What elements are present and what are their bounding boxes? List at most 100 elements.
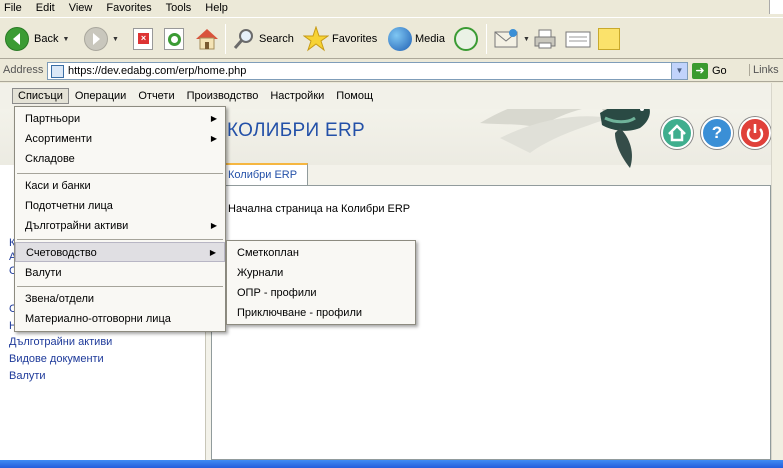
stop-button[interactable]: × bbox=[133, 25, 153, 53]
home-button[interactable] bbox=[194, 25, 220, 53]
app-menu-reports[interactable]: Отчети bbox=[132, 88, 180, 104]
search-label: Search bbox=[259, 33, 294, 45]
submenu-item-chart-of-accounts[interactable]: Сметкоплан bbox=[227, 243, 415, 263]
address-label: Address bbox=[3, 64, 44, 76]
go-arrow-icon: ➜ bbox=[692, 63, 708, 79]
menu-item-accounting[interactable]: Счетоводство ▶ bbox=[15, 242, 225, 262]
page-icon bbox=[51, 65, 64, 78]
menu-view[interactable]: View bbox=[62, 1, 100, 15]
question-icon: ? bbox=[711, 123, 723, 142]
menu-file[interactable]: File bbox=[0, 1, 29, 15]
back-button[interactable]: Back ▼ bbox=[5, 25, 69, 53]
address-input[interactable]: https://dev.edabg.com/erp/home.php ▼ bbox=[47, 62, 688, 80]
forward-button[interactable]: ▼ bbox=[84, 25, 119, 53]
app-logout-button[interactable] bbox=[739, 117, 771, 149]
app-home-button[interactable] bbox=[661, 117, 693, 149]
tab-home-label: Колибри ERP bbox=[228, 169, 298, 181]
refresh-button[interactable] bbox=[164, 25, 184, 53]
mail-dropdown-icon[interactable]: ▼ bbox=[523, 36, 530, 43]
submenu-arrow-icon: ▶ bbox=[210, 134, 217, 143]
submenu-item-label: Сметкоплан bbox=[237, 247, 299, 259]
app-menu-production[interactable]: Производство bbox=[181, 88, 265, 104]
app-menu-operations[interactable]: Операции bbox=[69, 88, 132, 104]
welcome-text: Начална страница на Колибри ERP bbox=[228, 203, 411, 215]
menu-separator bbox=[17, 173, 223, 174]
app-menu-help[interactable]: Помощ bbox=[330, 88, 379, 104]
vertical-scrollbar[interactable] bbox=[771, 83, 783, 460]
back-label: Back bbox=[34, 33, 59, 45]
edit-button[interactable] bbox=[565, 25, 591, 53]
tab-home[interactable]: Колибри ERP bbox=[221, 163, 309, 185]
left-link-fixed-assets[interactable]: Дълготрайни активи bbox=[9, 336, 112, 348]
submenu-item-closing-profiles[interactable]: Приключване - профили bbox=[227, 303, 415, 323]
stop-icon: × bbox=[133, 28, 153, 50]
media-label: Media bbox=[415, 33, 445, 45]
media-icon bbox=[388, 27, 412, 51]
search-button[interactable]: Search bbox=[232, 25, 294, 53]
left-link-currencies[interactable]: Валути bbox=[9, 370, 46, 382]
submenu-item-journals[interactable]: Журнали bbox=[227, 263, 415, 283]
media-button[interactable]: Media bbox=[388, 25, 445, 53]
submenu-item-pl-profiles[interactable]: ОПР - профили bbox=[227, 283, 415, 303]
windows-logo-icon bbox=[769, 0, 783, 14]
menu-item-label: Подотчетни лица bbox=[25, 200, 113, 212]
app-menu-settings[interactable]: Настройки bbox=[264, 88, 330, 104]
app-menu-lists[interactable]: Списъци bbox=[12, 88, 69, 104]
menu-item-label: Звена/отдели bbox=[25, 293, 95, 305]
app-title: КОЛИБРИ ERP bbox=[227, 120, 365, 141]
menu-separator bbox=[17, 286, 223, 287]
history-button[interactable] bbox=[454, 25, 478, 53]
menu-tools[interactable]: Tools bbox=[159, 1, 199, 15]
star-icon bbox=[303, 26, 329, 52]
discuss-button[interactable] bbox=[598, 25, 620, 53]
menu-help[interactable]: Help bbox=[198, 1, 235, 15]
favorites-button[interactable]: Favorites bbox=[303, 25, 377, 53]
menu-item-label: Материално-отговорни лица bbox=[25, 313, 171, 325]
menu-item-accountable-persons[interactable]: Подотчетни лица bbox=[15, 196, 225, 216]
home-icon bbox=[668, 124, 686, 142]
mail-button[interactable]: ▼ bbox=[493, 25, 530, 53]
menu-item-cash-and-banks[interactable]: Каси и банки bbox=[15, 176, 225, 196]
submenu-item-label: Журнали bbox=[237, 267, 284, 279]
refresh-icon bbox=[164, 28, 184, 50]
app-help-button[interactable]: ? bbox=[701, 117, 733, 149]
menu-edit[interactable]: Edit bbox=[29, 1, 62, 15]
accounting-submenu: Сметкоплан Журнали ОПР - профили Приключ… bbox=[226, 240, 416, 325]
printer-icon bbox=[534, 29, 556, 49]
lists-dropdown-menu: Партньори ▶ Асортименти ▶ Складове Каси … bbox=[14, 106, 226, 332]
mail-icon bbox=[494, 29, 518, 48]
left-link-document-types[interactable]: Видове документи bbox=[9, 353, 104, 365]
address-dropdown-icon[interactable]: ▼ bbox=[671, 63, 687, 79]
forward-dropdown-icon[interactable]: ▼ bbox=[112, 36, 119, 43]
back-arrow-icon bbox=[5, 27, 29, 51]
sticky-note-icon bbox=[598, 28, 620, 50]
submenu-item-label: Приключване - профили bbox=[237, 307, 363, 319]
submenu-arrow-icon: ▶ bbox=[209, 248, 216, 257]
favorites-label: Favorites bbox=[332, 33, 378, 45]
forward-arrow-icon bbox=[84, 27, 108, 51]
menu-item-assortments[interactable]: Асортименти ▶ bbox=[15, 129, 225, 149]
menu-item-label: Счетоводство bbox=[26, 247, 97, 259]
search-icon bbox=[233, 29, 253, 49]
print-button[interactable] bbox=[533, 25, 557, 53]
menu-item-departments[interactable]: Звена/отдели bbox=[15, 289, 225, 309]
menu-item-partners[interactable]: Партньори ▶ bbox=[15, 109, 225, 129]
submenu-arrow-icon: ▶ bbox=[210, 221, 217, 230]
menu-item-responsible-persons[interactable]: Материално-отговорни лица bbox=[15, 309, 225, 329]
menu-item-currencies[interactable]: Валути bbox=[15, 263, 225, 283]
submenu-item-label: ОПР - профили bbox=[237, 287, 317, 299]
browser-toolbar: Back ▼ ▼ × Search Favorites Media ▼ bbox=[0, 17, 783, 59]
go-button[interactable]: ➜ Go bbox=[692, 63, 727, 79]
menu-item-label: Каси и банки bbox=[25, 180, 91, 192]
menu-item-label: Партньори bbox=[25, 113, 81, 125]
back-dropdown-icon[interactable]: ▼ bbox=[62, 36, 69, 43]
links-label[interactable]: Links bbox=[749, 64, 779, 76]
submenu-arrow-icon: ▶ bbox=[210, 114, 217, 123]
taskbar bbox=[0, 460, 783, 468]
menu-item-fixed-assets[interactable]: Дълготрайни активи ▶ bbox=[15, 216, 225, 236]
menu-favorites[interactable]: Favorites bbox=[99, 1, 158, 15]
menu-item-label: Складове bbox=[25, 153, 75, 165]
page-viewport: Списъци Операции Отчети Производство Нас… bbox=[0, 83, 771, 460]
menu-item-label: Дълготрайни активи bbox=[25, 220, 129, 232]
menu-item-warehouses[interactable]: Складове bbox=[15, 149, 225, 169]
